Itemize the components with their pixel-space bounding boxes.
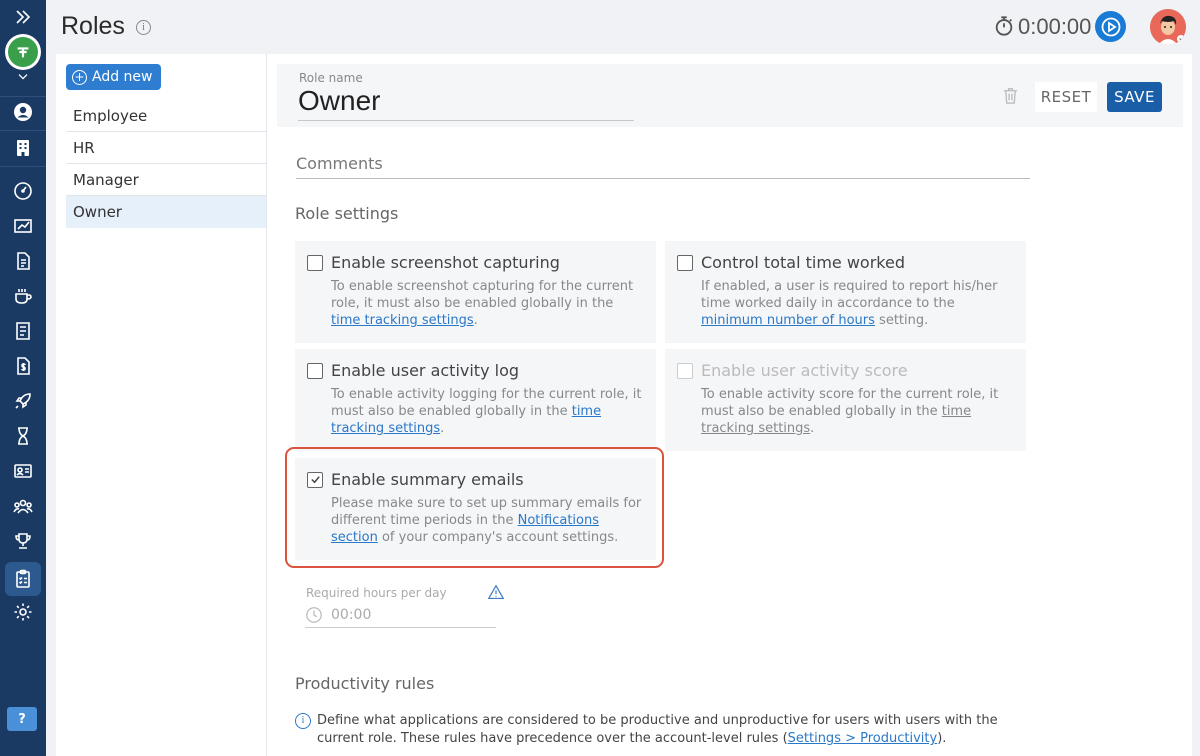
- role-name-label: Role name: [299, 71, 363, 85]
- company-building-icon[interactable]: [0, 131, 46, 165]
- activity-score-checkbox: [677, 362, 693, 379]
- page-header: Roles i 0:00:00: [46, 0, 1200, 54]
- setting-description: To enable activity score for the current…: [701, 387, 999, 436]
- rocket-icon[interactable]: [0, 384, 46, 418]
- delete-trash-icon[interactable]: [1001, 86, 1020, 109]
- productivity-note-text: Define what applications are considered …: [317, 713, 998, 746]
- screenshot-capturing-checkbox[interactable]: [307, 254, 323, 271]
- minimum-hours-link[interactable]: minimum number of hours: [701, 313, 875, 328]
- team-users-icon[interactable]: [0, 489, 46, 523]
- dashboard-gauge-icon[interactable]: [0, 174, 46, 208]
- profile-icon[interactable]: [0, 95, 46, 129]
- help-icon[interactable]: ?: [7, 707, 37, 731]
- role-item-employee[interactable]: Employee: [66, 100, 266, 132]
- stopwatch-icon: [993, 15, 1015, 41]
- reset-button[interactable]: RESET: [1035, 82, 1097, 112]
- nav-rail: ?: [0, 0, 46, 756]
- productivity-rules-title: Productivity rules: [295, 674, 435, 693]
- reports-icon[interactable]: [0, 209, 46, 243]
- required-hours-value: 00:00: [331, 606, 372, 623]
- save-button[interactable]: SAVE: [1107, 82, 1162, 112]
- setting-title: Enable user activity log: [331, 361, 520, 380]
- setting-card-control-time-worked: Control total time worked If enabled, a …: [665, 241, 1026, 343]
- role-header: Role name Owner RESET SAVE: [277, 64, 1183, 127]
- highlight-annotation: [285, 447, 664, 568]
- roles-list-panel: + Add new Employee HR Manager Owner: [56, 54, 266, 756]
- trophy-icon[interactable]: [0, 524, 46, 558]
- expand-nav-icon[interactable]: [0, 0, 46, 34]
- info-icon[interactable]: i: [136, 20, 151, 35]
- company-logo[interactable]: [5, 34, 41, 70]
- setting-description: If enabled, a user is required to report…: [701, 279, 998, 328]
- add-new-label: Add new: [92, 69, 153, 85]
- plus-circle-icon: +: [72, 69, 87, 85]
- id-card-icon[interactable]: [0, 454, 46, 488]
- role-name-input[interactable]: Owner: [298, 85, 634, 121]
- control-time-worked-checkbox[interactable]: [677, 254, 693, 271]
- setting-card-activity-log: Enable user activity log To enable activ…: [295, 349, 656, 451]
- comments-input[interactable]: Comments: [296, 154, 1030, 179]
- role-editor-panel: Role name Owner RESET SAVE Comments Role…: [266, 54, 1192, 756]
- timer-display: 0:00:00: [1018, 14, 1092, 39]
- setting-title: Control total time worked: [701, 253, 905, 272]
- chevron-down-icon[interactable]: [0, 66, 46, 88]
- time-tracking-settings-link[interactable]: time tracking settings: [331, 313, 474, 328]
- role-item-owner[interactable]: Owner: [66, 196, 266, 228]
- role-list: Employee HR Manager Owner: [66, 100, 266, 228]
- start-timer-button[interactable]: [1095, 11, 1126, 42]
- required-hours-input: 00:00: [305, 602, 496, 628]
- settings-productivity-link[interactable]: Settings > Productivity: [788, 731, 938, 746]
- invoice-dollar-icon[interactable]: [0, 349, 46, 383]
- add-new-role-button[interactable]: + Add new: [66, 64, 161, 90]
- hourglass-icon[interactable]: [0, 419, 46, 453]
- setting-title: Enable user activity score: [701, 361, 908, 380]
- role-item-hr[interactable]: HR: [66, 132, 266, 164]
- setting-description: To enable activity logging for the curre…: [331, 387, 642, 436]
- settings-gear-icon[interactable]: [0, 595, 46, 629]
- page-title: Roles: [61, 12, 125, 40]
- activity-log-checkbox[interactable]: [307, 362, 323, 379]
- invoice-list-icon[interactable]: [0, 314, 46, 348]
- setting-card-activity-score: Enable user activity score To enable act…: [665, 349, 1026, 451]
- role-settings-title: Role settings: [295, 204, 399, 223]
- setting-card-screenshot-capturing: Enable screenshot capturing To enable sc…: [295, 241, 656, 343]
- info-circle-icon: i: [295, 713, 311, 729]
- timesheet-document-icon[interactable]: [0, 244, 46, 278]
- setting-title: Enable screenshot capturing: [331, 253, 560, 272]
- required-hours-label: Required hours per day: [306, 586, 447, 600]
- setting-description: To enable screenshot capturing for the c…: [331, 279, 634, 328]
- productivity-note: i Define what applications are considere…: [295, 712, 1045, 748]
- user-avatar[interactable]: [1150, 9, 1186, 45]
- play-icon: [1101, 17, 1120, 36]
- clock-icon: [306, 606, 322, 623]
- roles-clipboard-icon[interactable]: [5, 562, 41, 596]
- coffee-cup-icon[interactable]: [0, 279, 46, 313]
- role-item-manager[interactable]: Manager: [66, 164, 266, 196]
